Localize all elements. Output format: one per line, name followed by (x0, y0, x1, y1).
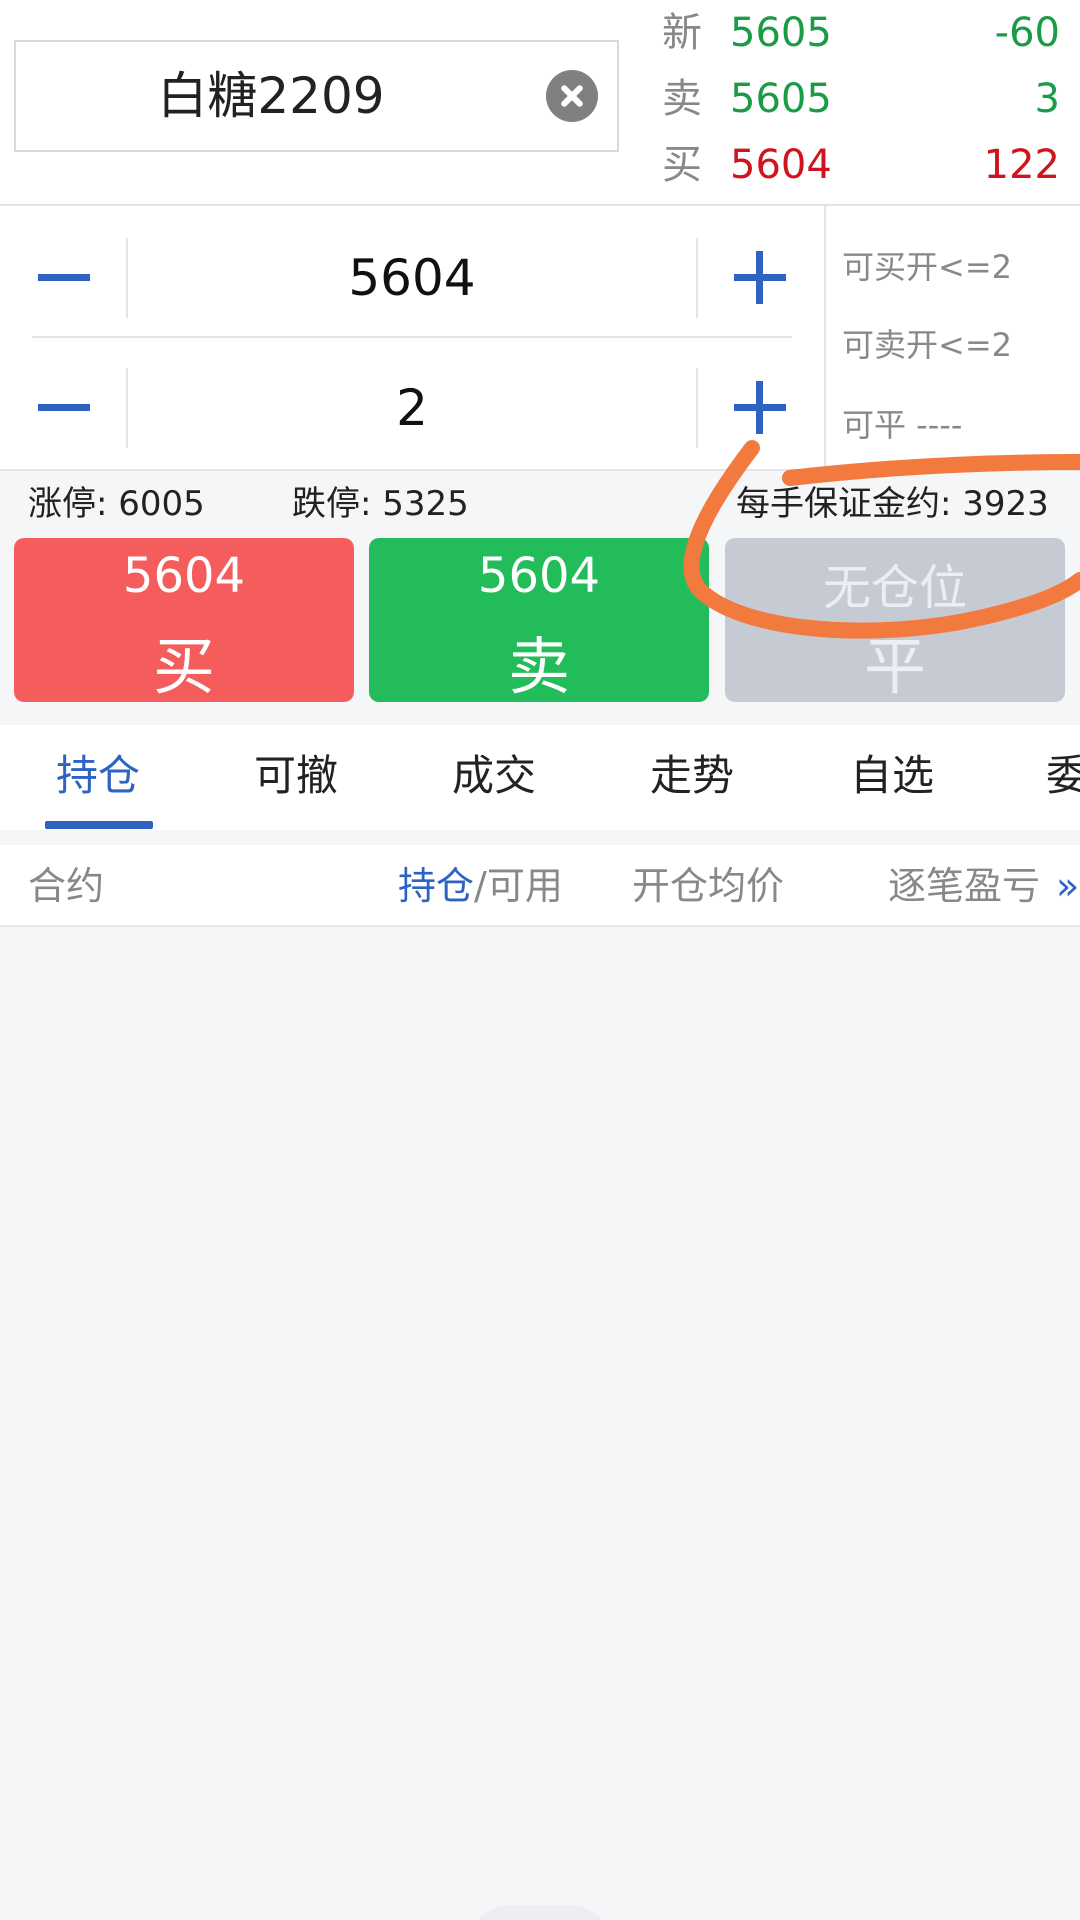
column-position-available: /可用 (474, 864, 563, 908)
divider (32, 336, 792, 338)
price-limits: 涨停: 6005 跌停: 5325 每手保证金约: 3923 (0, 471, 1080, 537)
column-pnl[interactable]: 逐笔盈亏 (888, 845, 1040, 927)
column-contract: 合约 (28, 864, 105, 908)
quote-label: 新 (662, 10, 702, 56)
quote-row-bid: 买 5604 122 (660, 132, 1060, 198)
limit-down: 跌停: 5325 (292, 484, 469, 524)
order-entry: 5604 2 可买开<=2 可卖开<=2 可平 ---- (0, 206, 1080, 471)
quote-volume: 122 (983, 142, 1060, 188)
close-available: 可平 ---- (842, 406, 963, 444)
buy-price: 5604 (122, 548, 246, 604)
active-tab-indicator (45, 821, 153, 829)
sell-label: 卖 (507, 630, 570, 703)
close-label: 平 (863, 630, 926, 703)
column-avg-price: 开仓均价 (632, 864, 785, 908)
quote-panel: 新 5605 -60 卖 5605 3 买 5604 122 (660, 0, 1060, 200)
quote-price: 5604 (730, 142, 832, 188)
quote-label: 买 (662, 142, 702, 188)
contract-selector[interactable]: 白糖2209 (14, 40, 619, 152)
tab-bar: 持仓 可撤 成交 走势 自选 委 (0, 725, 1080, 830)
quantity-input[interactable]: 2 (132, 364, 692, 452)
more-columns-icon[interactable]: » (1056, 845, 1079, 927)
contract-name[interactable]: 白糖2209 (16, 42, 526, 150)
quote-row-last: 新 5605 -60 (660, 0, 1060, 66)
margin-per-lot: 每手保证金约: 3923 (736, 484, 1049, 524)
price-minus-button[interactable] (32, 234, 122, 322)
quote-price: 5605 (730, 10, 832, 56)
divider (126, 368, 128, 448)
divider (126, 238, 128, 318)
positions-table-header: 合约 持仓/可用 开仓均价 逐笔盈亏 » (0, 845, 1080, 927)
buy-open-available: 可买开<=2 (842, 248, 1012, 286)
price-stepper: 5604 (32, 234, 792, 322)
quote-header: 白糖2209 新 5605 -60 卖 5605 3 买 5604 122 (0, 0, 1080, 206)
quote-volume: 3 (1034, 76, 1060, 122)
quantity-stepper: 2 (32, 364, 792, 452)
column-position[interactable]: 持仓/可用 (398, 845, 563, 927)
quote-label: 卖 (662, 76, 702, 122)
quote-price: 5605 (730, 76, 832, 122)
sell-price: 5604 (477, 548, 601, 604)
divider (696, 368, 698, 448)
availability-panel: 可买开<=2 可卖开<=2 可平 ---- (824, 206, 1080, 471)
buy-label: 买 (152, 630, 215, 703)
tab-trend[interactable]: 走势 (650, 725, 734, 830)
tab-cancellable[interactable]: 可撤 (254, 725, 338, 830)
sell-button[interactable]: 5604 卖 (369, 538, 709, 703)
quantity-plus-button[interactable] (702, 364, 792, 452)
price-plus-button[interactable] (702, 234, 792, 322)
tab-positions[interactable]: 持仓 (56, 725, 140, 830)
quote-row-ask: 卖 5605 3 (660, 66, 1060, 132)
column-position-held: 持仓 (398, 864, 475, 908)
close-status: 无仓位 (822, 560, 967, 616)
tab-orders[interactable]: 委 (1046, 725, 1080, 830)
home-indicator (470, 1905, 610, 1920)
tab-watchlist[interactable]: 自选 (850, 725, 934, 830)
tab-trades[interactable]: 成交 (452, 725, 536, 830)
limit-up: 涨停: 6005 (28, 484, 205, 524)
buy-button[interactable]: 5604 买 (14, 538, 354, 703)
divider (696, 238, 698, 318)
clear-icon[interactable] (546, 70, 598, 122)
quote-change: -60 (994, 10, 1060, 56)
sell-open-available: 可卖开<=2 (842, 326, 1012, 364)
close-position-button[interactable]: 无仓位 平 (725, 538, 1065, 703)
price-input[interactable]: 5604 (132, 234, 692, 322)
quantity-minus-button[interactable] (32, 364, 122, 452)
